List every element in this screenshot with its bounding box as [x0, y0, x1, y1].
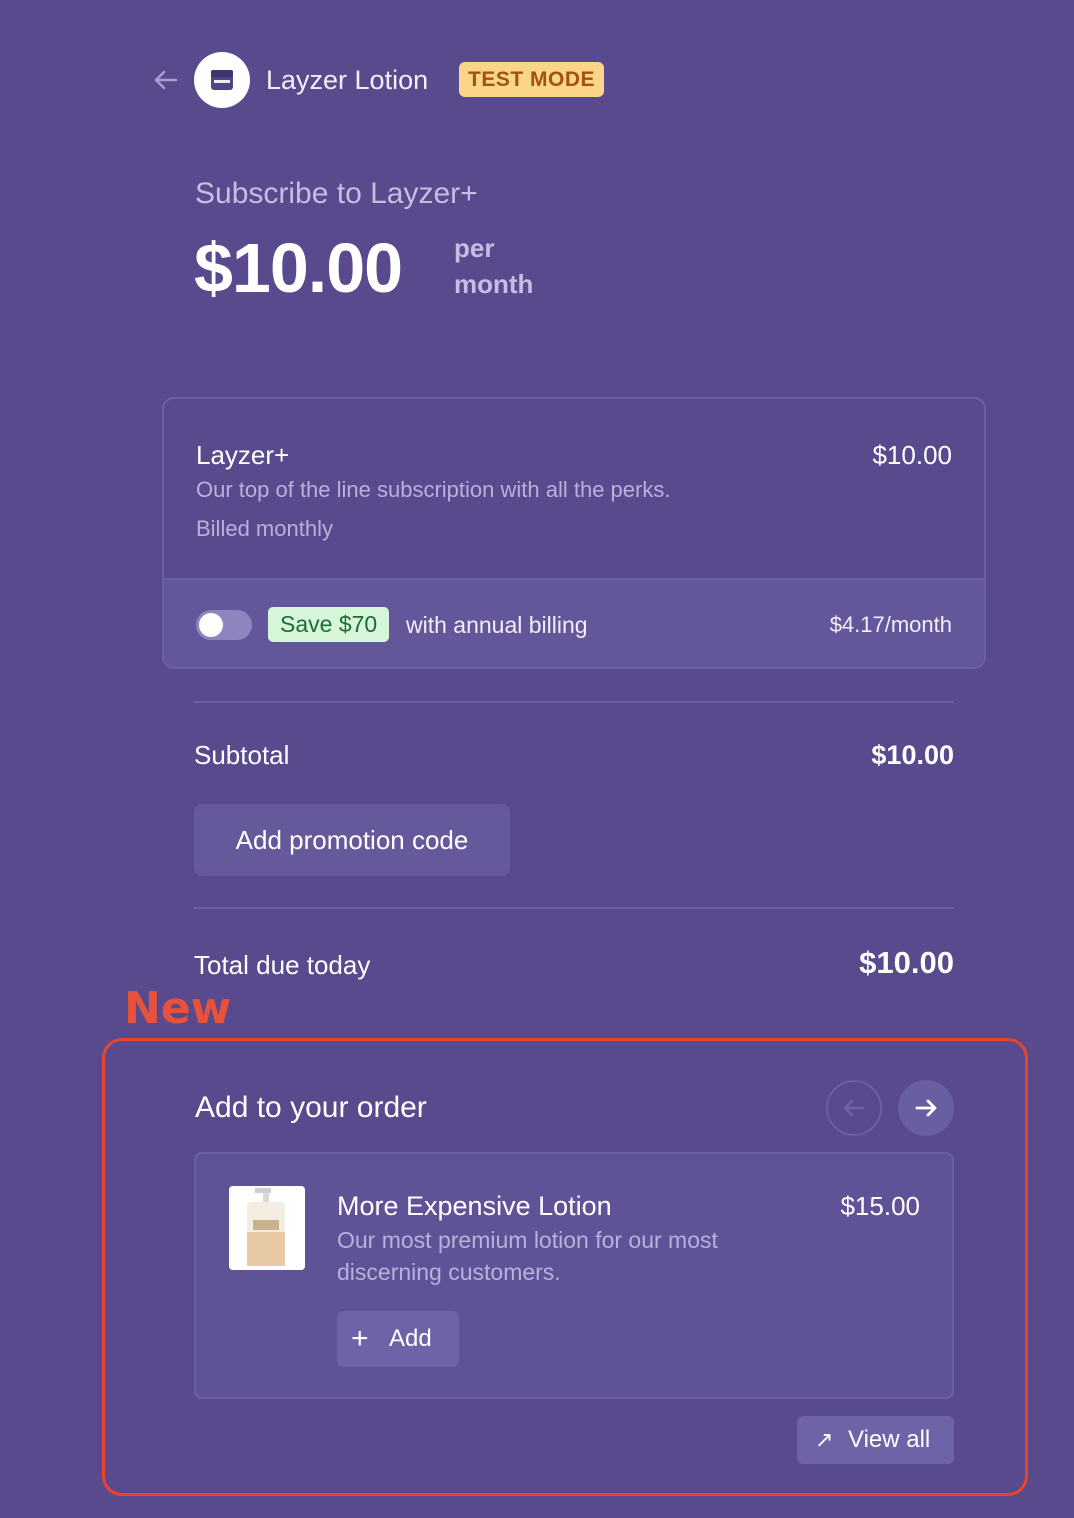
carousel-prev-button[interactable]: [826, 1080, 882, 1136]
line-item-billing: Billed monthly: [196, 516, 333, 541]
new-annotation: New: [124, 983, 232, 1034]
test-mode-badge: TEST MODE: [459, 62, 605, 97]
line-item-description: Our top of the line subscription with al…: [196, 477, 671, 502]
store-logo: [194, 52, 250, 108]
subtotal-value: $10.00: [871, 740, 954, 770]
back-arrow-icon[interactable]: [150, 64, 182, 96]
arrow-right-icon: [915, 1099, 937, 1117]
toggle-knob: [199, 613, 223, 637]
upsell-product-price: $15.00: [840, 1191, 920, 1221]
lotion-bottle-image: [229, 1186, 305, 1270]
line-item-name: Layzer+: [196, 440, 290, 470]
price-amount: $10.00: [194, 229, 403, 307]
subtotal-label: Subtotal: [194, 740, 290, 770]
annual-price: $4.17/month: [829, 612, 952, 637]
total-value: $10.00: [859, 945, 954, 980]
line-item-price: $10.00: [872, 440, 952, 470]
total-label: Total due today: [194, 950, 371, 980]
divider: [194, 701, 954, 703]
carousel-next-button[interactable]: [898, 1080, 954, 1136]
price-period: per month: [454, 230, 574, 302]
upsell-product-name: More Expensive Lotion: [337, 1191, 612, 1221]
brand-name: Layzer Lotion: [266, 65, 429, 95]
price-period-line2: month: [454, 269, 534, 299]
line-item-details: Layzer+ Our top of the line subscription…: [164, 399, 984, 579]
divider: [194, 907, 954, 909]
store-icon: [211, 70, 233, 90]
view-all-label: View all: [848, 1426, 931, 1453]
upsell-product-description: Our most premium lotion for our most dis…: [337, 1227, 718, 1285]
plus-icon: +: [351, 1322, 369, 1355]
annual-billing-text: with annual billing: [406, 612, 588, 638]
save-badge: Save $70: [268, 607, 390, 642]
annual-billing-toggle[interactable]: [196, 610, 252, 640]
product-image: [229, 1186, 305, 1270]
line-item-card: Layzer+ Our top of the line subscription…: [162, 397, 986, 669]
view-all-button[interactable]: ↗ View all: [797, 1416, 954, 1464]
add-product-button[interactable]: + Add: [337, 1311, 459, 1367]
upsell-title: Add to your order: [195, 1091, 427, 1124]
add-promotion-code-button[interactable]: Add promotion code: [194, 804, 510, 876]
external-arrow-icon: ↗: [815, 1427, 834, 1452]
upsell-product-card: More Expensive Lotion Our most premium l…: [194, 1152, 954, 1399]
subscribe-title: Subscribe to Layzer+: [195, 177, 478, 210]
arrow-left-icon: [843, 1099, 865, 1117]
checkout-page: Layzer Lotion TEST MODE Subscribe to Lay…: [0, 0, 1074, 1518]
annual-billing-row: Save $70 with annual billing $4.17/month: [164, 578, 984, 667]
price-period-line1: per: [454, 233, 495, 263]
add-button-label: Add: [389, 1325, 432, 1352]
